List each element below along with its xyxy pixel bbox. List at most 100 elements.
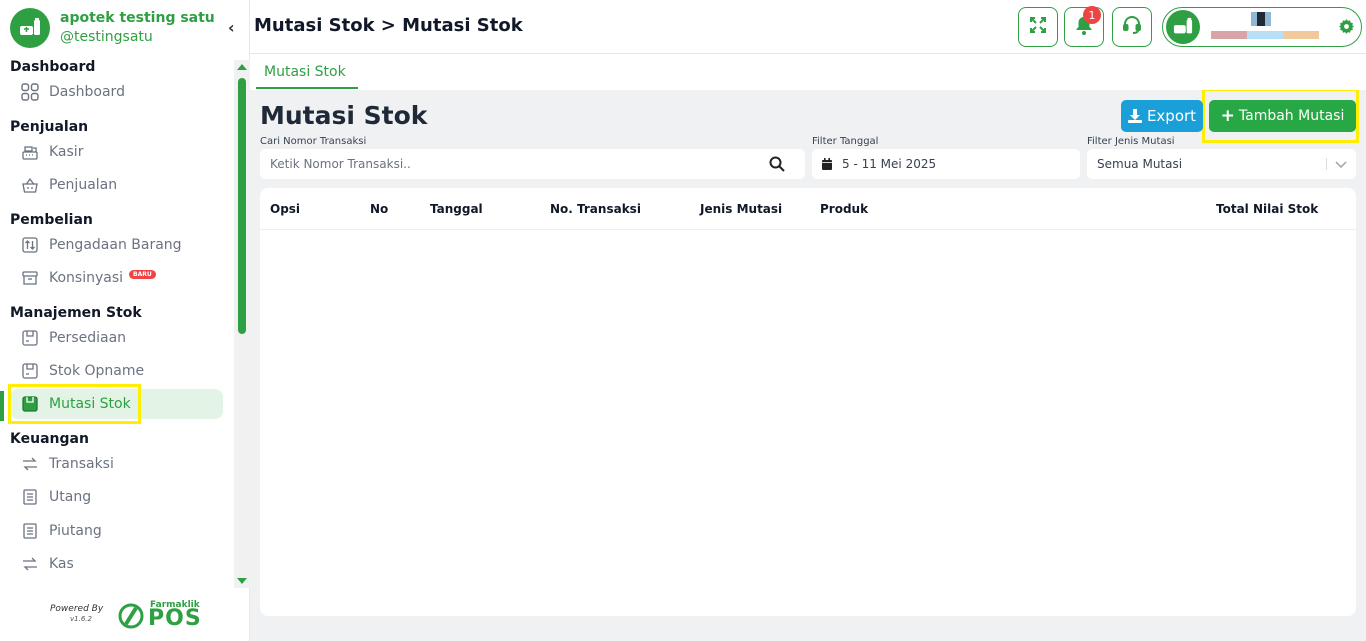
support-button[interactable] [1112, 7, 1152, 47]
nav-group-manajemen-stok: Manajemen Stok [10, 305, 142, 321]
sidebar-item-label: Pengadaan Barang [49, 237, 182, 253]
cash-register-icon [20, 142, 40, 162]
column-header-total-nilai-stok: Total Nilai Stok [1216, 202, 1319, 216]
scroll-up-arrow-icon[interactable] [237, 64, 247, 70]
stock-box-icon [20, 361, 40, 381]
archive-icon [20, 268, 40, 288]
receipt-icon [20, 487, 40, 507]
sidebar-item-label: Kasir [49, 144, 84, 160]
chevron-down-icon[interactable] [1335, 158, 1347, 173]
powered-by-footer: Powered By v1.6.2 Farmaklik POS [48, 600, 208, 634]
table-header-divider [260, 229, 1356, 230]
sidebar-item-label: Piutang [49, 523, 102, 539]
nav-group-penjualan: Penjualan [10, 119, 89, 135]
plus-icon: + [1220, 106, 1235, 126]
date-filter-label: Filter Tanggal [812, 136, 879, 147]
scroll-down-arrow-icon[interactable] [237, 578, 247, 584]
sidebar-item-dashboard[interactable]: Dashboard [10, 77, 223, 107]
column-header-no: No [370, 202, 389, 216]
sidebar: apotek testing satu @testingsatu ‹ Dashb… [0, 0, 250, 641]
download-icon [1127, 109, 1142, 123]
sidebar-item-pengadaan-barang[interactable]: Pengadaan Barang [10, 230, 223, 260]
powered-by-text: Powered By [50, 604, 104, 614]
date-filter-input[interactable]: 5 - 11 Mei 2025 [812, 149, 1080, 179]
sidebar-nav: Dashboard Dashboard Penjualan Kasir Penj… [0, 56, 234, 586]
brand-text: apotek testing satu @testingsatu [60, 9, 215, 47]
search-icon[interactable] [769, 156, 785, 175]
avatar [1166, 10, 1200, 44]
sidebar-item-label: Stok Opname [49, 363, 145, 379]
select-divider [1326, 158, 1327, 170]
pharmacy-logo-icon [10, 8, 50, 48]
content-title: Mutasi Stok [260, 101, 428, 130]
fullscreen-button[interactable] [1018, 7, 1058, 47]
sidebar-item-piutang[interactable]: Piutang [10, 516, 223, 546]
gear-icon[interactable] [1339, 19, 1354, 38]
sidebar-item-kas[interactable]: Kas [10, 549, 223, 579]
sidebar-item-utang[interactable]: Utang [10, 482, 223, 512]
brand: apotek testing satu @testingsatu [10, 8, 215, 48]
sidebar-item-label: Kas [49, 556, 74, 572]
active-tab-underline [256, 87, 358, 89]
new-badge: BARU [129, 269, 156, 279]
notification-button[interactable]: 1 [1064, 6, 1104, 47]
sidebar-item-transaksi[interactable]: Transaksi [10, 449, 223, 479]
tab-mutasi-stok[interactable]: Mutasi Stok [264, 64, 346, 80]
box-sort-icon [20, 235, 40, 255]
add-mutation-button[interactable]: + Tambah Mutasi [1209, 100, 1356, 132]
column-header-tanggal: Tanggal [430, 202, 483, 216]
sidebar-item-label: Transaksi [49, 456, 114, 472]
export-button[interactable]: Export [1121, 100, 1203, 132]
search-label: Cari Nomor Transaksi [260, 136, 367, 147]
active-indicator [0, 391, 4, 421]
sidebar-item-penjualan[interactable]: Penjualan [10, 170, 223, 200]
version-text: v1.6.2 [70, 615, 92, 623]
sidebar-item-label: Penjualan [49, 177, 118, 193]
type-filter-select[interactable]: Semua Mutasi [1087, 149, 1356, 179]
grid-icon [20, 82, 40, 102]
export-label: Export [1146, 107, 1197, 125]
column-header-opsi: Opsi [270, 202, 301, 216]
page-title: Mutasi Stok > Mutasi Stok [254, 15, 523, 36]
stock-box-icon [20, 328, 40, 348]
highlight-mutasi-stok [8, 384, 141, 424]
sidebar-item-stok-opname[interactable]: Stok Opname [10, 356, 223, 386]
calendar-icon [822, 158, 832, 170]
search-placeholder: Ketik Nomor Transaksi.. [270, 157, 411, 171]
exchange-icon [20, 454, 40, 474]
nav-group-keuangan: Keuangan [10, 431, 89, 447]
sidebar-item-label: Persediaan [49, 330, 127, 346]
tab-bar: Mutasi Stok [250, 54, 1366, 90]
user-menu[interactable] [1162, 7, 1362, 47]
mutation-table: Opsi No Tanggal No. Transaksi Jenis Muta… [260, 188, 1356, 616]
nav-group-pembelian: Pembelian [10, 212, 93, 228]
column-header-produk: Produk [820, 202, 869, 216]
sidebar-scrollbar[interactable] [234, 60, 250, 588]
column-header-no-transaksi: No. Transaksi [550, 202, 641, 216]
date-filter-value: 5 - 11 Mei 2025 [842, 157, 937, 171]
add-label: Tambah Mutasi [1238, 108, 1345, 124]
scrollbar-thumb[interactable] [238, 78, 246, 334]
type-filter-label: Filter Jenis Mutasi [1087, 136, 1175, 147]
sidebar-item-label: Utang [49, 489, 92, 505]
expand-icon [1029, 16, 1047, 38]
notification-count-badge: 1 [1083, 6, 1101, 24]
search-input[interactable]: Ketik Nomor Transaksi.. [260, 149, 805, 179]
sidebar-item-persediaan[interactable]: Persediaan [10, 323, 223, 353]
basket-icon [20, 175, 40, 195]
collapse-sidebar-button[interactable]: ‹ [228, 18, 235, 37]
nav-group-dashboard: Dashboard [10, 59, 96, 75]
type-filter-value: Semua Mutasi [1097, 157, 1183, 171]
sidebar-item-label: Dashboard [49, 84, 125, 100]
exchange-icon [20, 554, 40, 574]
sidebar-item-konsinyasi[interactable]: Konsinyasi BARU [10, 263, 223, 293]
sidebar-item-kasir[interactable]: Kasir [10, 137, 223, 167]
farmaklik-pos: POS [148, 606, 202, 631]
sidebar-item-label: Konsinyasi [49, 270, 124, 286]
farmaklik-logo-icon [118, 600, 144, 632]
receipt-icon [20, 521, 40, 541]
brand-name: apotek testing satu [60, 10, 215, 26]
headset-icon [1122, 15, 1142, 39]
brand-handle: @testingsatu [60, 29, 153, 45]
column-header-jenis-mutasi: Jenis Mutasi [700, 202, 783, 216]
